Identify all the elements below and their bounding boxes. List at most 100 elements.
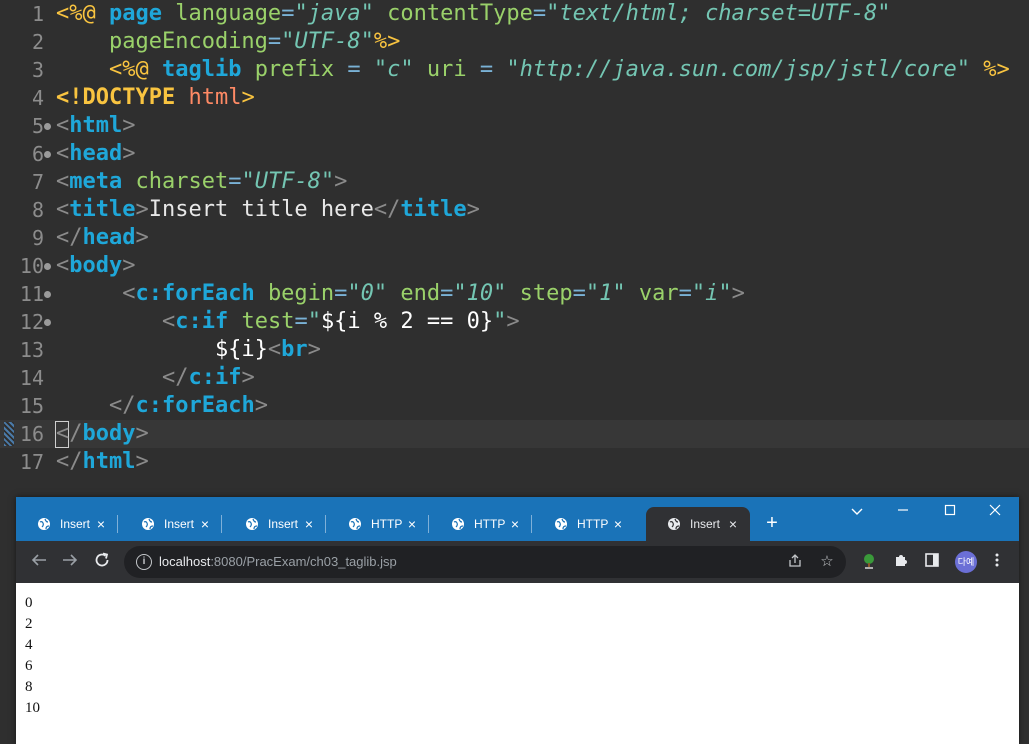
- code-line[interactable]: 16 </body>: [0, 420, 1029, 448]
- tab-close-icon[interactable]: ×: [726, 516, 740, 532]
- maximize-icon[interactable]: [935, 503, 965, 519]
- tab-search-chevron-icon[interactable]: [842, 503, 872, 519]
- code-token: >: [135, 197, 149, 222]
- output-line: 2: [25, 616, 33, 632]
- minimize-icon[interactable]: [888, 503, 918, 519]
- tab-label: Insert: [690, 517, 721, 531]
- code-token: "1": [585, 281, 626, 306]
- close-window-icon[interactable]: [980, 503, 1010, 519]
- share-icon[interactable]: [786, 553, 804, 574]
- code-line[interactable]: 6 <head>: [0, 140, 1029, 168]
- forward-arrow-icon[interactable]: [59, 551, 81, 573]
- code-line[interactable]: 1 <%@ page language="java" contentType="t…: [0, 0, 1029, 28]
- code-line[interactable]: 4 <!DOCTYPE html>: [0, 84, 1029, 112]
- code-line[interactable]: 14 </c:if>: [0, 364, 1029, 392]
- site-info-icon[interactable]: i: [136, 554, 152, 570]
- tab-separator: [531, 515, 532, 533]
- tab-close-icon[interactable]: ×: [611, 516, 625, 532]
- fold-toggle-icon[interactable]: [44, 151, 51, 158]
- fold-toggle-icon[interactable]: [44, 319, 51, 326]
- tab-close-icon[interactable]: ×: [198, 516, 212, 532]
- code-text[interactable]: <%@ taglib prefix = "c" uri = "http://ja…: [56, 56, 1010, 84]
- code-token: html: [82, 449, 136, 474]
- browser-tab[interactable]: Insert ×: [224, 507, 326, 541]
- code-text[interactable]: <title>Insert title here</title>: [56, 196, 480, 224]
- code-line[interactable]: 8 <title>Insert title here</title>: [0, 196, 1029, 224]
- code-text[interactable]: <%@ page language="java" contentType="te…: [56, 0, 891, 28]
- puzzle-extensions-icon[interactable]: [891, 552, 911, 572]
- code-token: =: [678, 281, 692, 306]
- url-text[interactable]: localhost:8080/PracExam/ch03_taglib.jsp: [159, 554, 397, 569]
- tab-close-icon[interactable]: ×: [405, 516, 419, 532]
- code-token: >: [334, 169, 348, 194]
- fold-toggle-icon[interactable]: [44, 123, 51, 130]
- code-line[interactable]: 12 <c:if test="${i % 2 == 0}">: [0, 308, 1029, 336]
- tab-close-icon[interactable]: ×: [94, 516, 108, 532]
- back-arrow-icon[interactable]: [28, 551, 50, 573]
- code-text[interactable]: ${i}<br>: [56, 336, 321, 364]
- bookmark-star-icon[interactable]: ☆: [818, 553, 836, 571]
- code-text[interactable]: <html>: [56, 112, 135, 140]
- reload-icon[interactable]: [91, 551, 113, 573]
- code-text[interactable]: <head>: [56, 140, 135, 168]
- browser-tab[interactable]: Insert ×: [16, 507, 118, 541]
- code-line[interactable]: 2 pageEncoding="UTF-8"%>: [0, 28, 1029, 56]
- code-token: </: [56, 449, 83, 474]
- globe-icon: [555, 518, 567, 530]
- code-token: ": [493, 309, 507, 334]
- code-line[interactable]: 10 <body>: [0, 252, 1029, 280]
- code-line[interactable]: 11 <c:forEach begin="0" end="10" step="1…: [0, 280, 1029, 308]
- code-line[interactable]: 7 <meta charset="UTF-8">: [0, 168, 1029, 196]
- fold-toggle-icon[interactable]: [44, 291, 51, 298]
- kebab-menu-icon[interactable]: [987, 552, 1007, 572]
- code-token: </: [56, 393, 136, 418]
- line-number: 7: [31, 170, 44, 194]
- code-token: head: [82, 225, 136, 250]
- code-text[interactable]: <c:forEach begin="0" end="10" step="1" v…: [56, 280, 745, 308]
- code-text[interactable]: <!DOCTYPE html>: [56, 84, 255, 112]
- browser-tab[interactable]: Insert ×: [120, 507, 222, 541]
- line-number: 13: [19, 338, 44, 362]
- code-line[interactable]: 15 </c:forEach>: [0, 392, 1029, 420]
- tab-close-icon[interactable]: ×: [302, 516, 316, 532]
- tree-extension-icon[interactable]: [859, 552, 879, 572]
- code-text[interactable]: </html>: [56, 448, 149, 476]
- code-token: Insert title here: [148, 197, 374, 222]
- code-token: pageEncoding: [56, 29, 268, 54]
- code-text[interactable]: </c:forEach>: [56, 392, 268, 420]
- profile-avatar[interactable]: 다예: [955, 551, 977, 573]
- tab-label: HTTP: [577, 517, 609, 531]
- code-line[interactable]: 17 </html>: [0, 448, 1029, 476]
- code-line[interactable]: 5 <html>: [0, 112, 1029, 140]
- code-text[interactable]: </body>: [56, 420, 149, 448]
- code-line[interactable]: 3 <%@ taglib prefix = "c" uri = "http://…: [0, 56, 1029, 84]
- code-token: >: [122, 141, 136, 166]
- code-text[interactable]: <c:if test="${i % 2 == 0}">: [56, 308, 520, 336]
- browser-tab[interactable]: HTTP ×: [533, 507, 635, 541]
- fold-toggle-icon[interactable]: [44, 263, 51, 270]
- browser-tab[interactable]: HTTP ×: [327, 507, 429, 541]
- code-text[interactable]: </head>: [56, 224, 149, 252]
- code-token: =: [334, 281, 348, 306]
- new-tab-button[interactable]: +: [762, 511, 782, 535]
- address-bar[interactable]: i localhost:8080/PracExam/ch03_taglib.js…: [124, 546, 846, 578]
- code-line[interactable]: 13 ${i}<br>: [0, 336, 1029, 364]
- code-line[interactable]: 9 </head>: [0, 224, 1029, 252]
- code-token: <: [56, 141, 70, 166]
- browser-tab[interactable]: Insert ×: [646, 507, 750, 541]
- code-text[interactable]: <body>: [56, 252, 135, 280]
- code-text[interactable]: <meta charset="UTF-8">: [56, 168, 347, 196]
- tab-strip: + Insert × Insert × Insert × HTTP × HTTP × HTTP × In…: [16, 497, 1019, 541]
- code-token: <: [267, 337, 282, 362]
- code-token: =: [572, 281, 586, 306]
- code-token: step: [506, 281, 573, 306]
- line-number: 16: [19, 422, 44, 446]
- side-panel-icon[interactable]: [922, 552, 942, 572]
- code-token: >: [135, 449, 149, 474]
- browser-tab[interactable]: HTTP ×: [430, 507, 532, 541]
- tab-close-icon[interactable]: ×: [508, 516, 522, 532]
- code-token: begin: [267, 281, 335, 306]
- code-token: <: [56, 169, 70, 194]
- code-text[interactable]: </c:if>: [56, 364, 255, 392]
- code-text[interactable]: pageEncoding="UTF-8"%>: [56, 28, 400, 56]
